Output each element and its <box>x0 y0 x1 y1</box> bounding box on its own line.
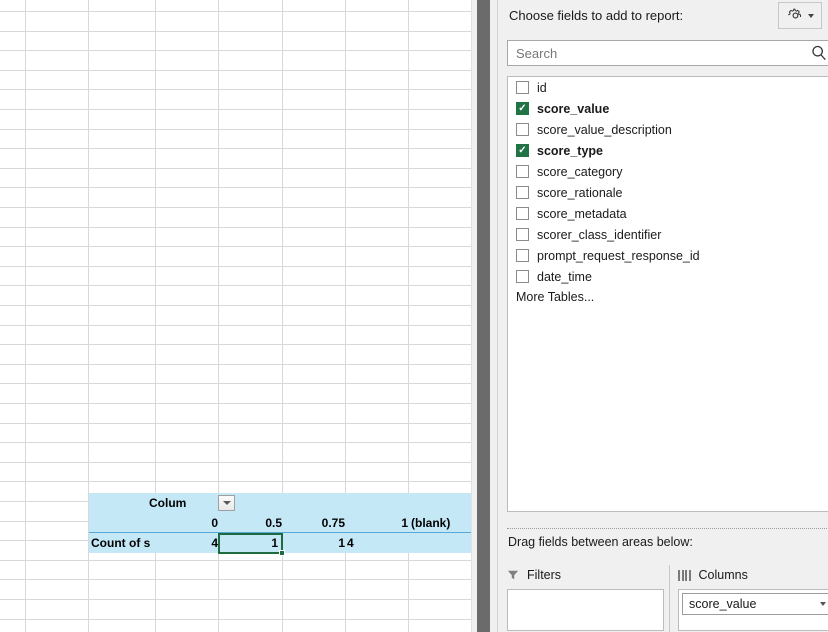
field-row[interactable]: ✓ score_metadata <box>508 203 828 224</box>
field-label: score_value_description <box>537 123 672 137</box>
pivot-value-3[interactable]: 4 <box>347 533 407 553</box>
columns-area-dropzone[interactable]: score_value <box>678 589 828 631</box>
pivot-col-header-blank: (blank) <box>411 513 471 533</box>
selected-cell-outline[interactable] <box>218 533 283 554</box>
field-row[interactable]: ✓ score_category <box>508 161 828 182</box>
field-label: scorer_class_identifier <box>537 228 661 242</box>
chevron-down-icon[interactable] <box>820 602 826 606</box>
pivot-column-label: Colum <box>149 493 217 513</box>
drag-fields-hint: Drag fields between areas below: <box>508 535 693 549</box>
pivot-col-header-1: 0.5 <box>218 513 282 533</box>
checkbox-unchecked-icon[interactable]: ✓ <box>516 186 529 199</box>
columns-area-header: Columns <box>678 565 828 585</box>
columns-area[interactable]: Columns score_value <box>669 565 828 632</box>
spreadsheet-grid[interactable]: Colum 0 0.5 0.75 1 (blank) Count of s 4 … <box>0 0 476 632</box>
checkbox-unchecked-icon[interactable]: ✓ <box>516 249 529 262</box>
pivot-header-row: 0 0.5 0.75 1 (blank) <box>89 513 471 533</box>
pivot-col-header-2: 0.75 <box>282 513 345 533</box>
field-row[interactable]: ✓ prompt_request_response_id <box>508 245 828 266</box>
field-row[interactable]: ✓ date_time <box>508 266 828 287</box>
field-label: date_time <box>537 270 592 284</box>
checkbox-checked-icon[interactable]: ✓ <box>516 144 529 157</box>
pivot-col-header-0: 0 <box>155 513 218 533</box>
pivot-row-label: Count of s <box>91 533 153 553</box>
field-label: prompt_request_response_id <box>537 249 700 263</box>
pivot-column-label-row: Colum <box>89 493 471 513</box>
filters-area-label: Filters <box>527 568 561 582</box>
pivot-value-2[interactable]: 1 <box>282 533 345 553</box>
pivottable-fields-pane: Choose fields to add to report: ✓ id ✓ scor… <box>497 0 828 632</box>
chevron-down-icon <box>808 14 814 18</box>
field-row[interactable]: ✓ scorer_class_identifier <box>508 224 828 245</box>
pane-tools-button[interactable] <box>778 2 822 29</box>
field-label: score_value <box>537 102 609 116</box>
columns-field-pill-label: score_value <box>689 594 756 614</box>
pane-divider <box>507 528 828 529</box>
pane-title: Choose fields to add to report: <box>509 7 683 25</box>
columns-field-pill[interactable]: score_value <box>682 593 828 615</box>
checkbox-unchecked-icon[interactable]: ✓ <box>516 81 529 94</box>
check-icon: ✓ <box>518 104 526 114</box>
field-row[interactable]: ✓ id <box>508 77 828 98</box>
filters-area[interactable]: Filters <box>507 565 664 632</box>
pivot-value-0[interactable]: 4 <box>155 533 218 553</box>
search-icon[interactable] <box>810 44 828 62</box>
worksheet-vertical-scrollbar[interactable] <box>471 0 497 632</box>
checkbox-unchecked-icon[interactable]: ✓ <box>516 165 529 178</box>
field-row[interactable]: ✓ score_value_description <box>508 119 828 140</box>
filters-area-dropzone[interactable] <box>507 589 664 631</box>
checkbox-unchecked-icon[interactable]: ✓ <box>516 207 529 220</box>
field-row[interactable]: ✓ score_rationale <box>508 182 828 203</box>
field-search-box[interactable] <box>507 40 828 66</box>
checkbox-unchecked-icon[interactable]: ✓ <box>516 270 529 283</box>
more-tables-link[interactable]: More Tables... <box>508 287 828 308</box>
field-label: score_category <box>537 165 622 179</box>
field-label: id <box>537 81 547 95</box>
field-list[interactable]: ✓id✓score_value✓score_value_description✓… <box>507 76 828 512</box>
columns-area-label: Columns <box>699 568 748 582</box>
checkbox-unchecked-icon[interactable]: ✓ <box>516 123 529 136</box>
checkbox-checked-icon[interactable]: ✓ <box>516 102 529 115</box>
columns-bars-icon <box>678 570 691 581</box>
pivot-col-header-3: 1 <box>345 513 408 533</box>
pivot-column-filter-button[interactable] <box>218 495 235 511</box>
fill-handle[interactable] <box>279 550 285 556</box>
gear-icon <box>787 7 804 24</box>
field-row[interactable]: ✓ score_type <box>508 140 828 161</box>
search-input[interactable] <box>516 41 786 65</box>
field-label: score_type <box>537 144 603 158</box>
field-label: score_metadata <box>537 207 627 221</box>
checkbox-unchecked-icon[interactable]: ✓ <box>516 228 529 241</box>
check-icon: ✓ <box>518 146 526 156</box>
field-label: score_rationale <box>537 186 622 200</box>
scrollbar-thumb[interactable] <box>477 0 490 632</box>
field-row[interactable]: ✓ score_value <box>508 98 828 119</box>
caret-down-icon <box>223 501 231 505</box>
filters-area-header: Filters <box>507 565 664 585</box>
filter-funnel-icon <box>507 569 519 581</box>
